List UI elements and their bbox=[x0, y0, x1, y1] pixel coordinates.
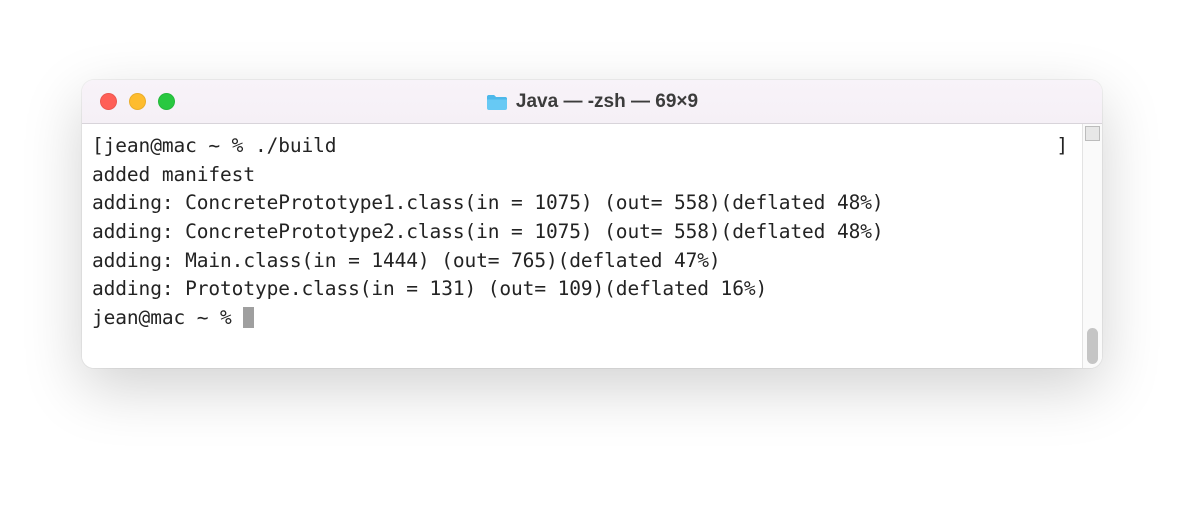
content-area: [jean@mac ~ % ./build]added manifestaddi… bbox=[82, 124, 1102, 368]
folder-icon bbox=[486, 93, 508, 111]
scroll-indicator-icon bbox=[1085, 126, 1100, 141]
terminal-line-3: adding: ConcretePrototype2.class(in = 10… bbox=[92, 218, 1072, 247]
cursor bbox=[243, 307, 254, 328]
prompt-close-bracket: ] bbox=[1056, 132, 1072, 161]
terminal-line-4: adding: Main.class(in = 1444) (out= 765)… bbox=[92, 247, 1072, 276]
terminal-line-1: added manifest bbox=[92, 161, 1072, 190]
terminal-line-0: jean@mac ~ % ./build bbox=[104, 134, 337, 157]
terminal-line-5: adding: Prototype.class(in = 131) (out= … bbox=[92, 275, 1072, 304]
terminal-prompt: jean@mac ~ % bbox=[92, 306, 243, 329]
titlebar[interactable]: Java — -zsh — 69×9 bbox=[82, 80, 1102, 124]
window-title-area: Java — -zsh — 69×9 bbox=[82, 91, 1102, 113]
minimize-button[interactable] bbox=[129, 93, 146, 110]
maximize-button[interactable] bbox=[158, 93, 175, 110]
terminal-window: Java — -zsh — 69×9 [jean@mac ~ % ./build… bbox=[82, 80, 1102, 368]
window-title: Java — -zsh — 69×9 bbox=[516, 91, 698, 113]
scroll-thumb[interactable] bbox=[1087, 328, 1098, 364]
terminal-body[interactable]: [jean@mac ~ % ./build]added manifestaddi… bbox=[82, 124, 1082, 368]
traffic-lights bbox=[100, 93, 175, 110]
close-button[interactable] bbox=[100, 93, 117, 110]
scrollbar[interactable] bbox=[1082, 124, 1102, 368]
terminal-line-2: adding: ConcretePrototype1.class(in = 10… bbox=[92, 189, 1072, 218]
prompt-open-bracket: [ bbox=[92, 134, 104, 157]
